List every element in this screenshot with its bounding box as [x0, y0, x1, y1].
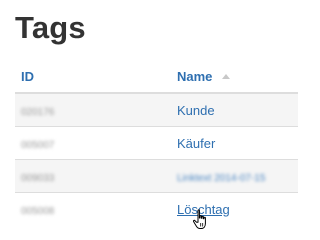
tag-link[interactable]: Linktext 2014-07-15 — [177, 173, 265, 184]
table-row: 009033 Linktext 2014-07-15 — [15, 159, 298, 193]
row-name-cell: Käufer — [177, 126, 298, 160]
table-row: 005007 Käufer — [15, 126, 298, 160]
column-header-name[interactable]: Name — [177, 60, 298, 94]
tags-table: ID Name 020176 Kunde 005007 Käufer 00903… — [15, 60, 298, 225]
row-name-cell: Kunde — [177, 92, 298, 127]
sort-ascending-icon[interactable] — [222, 73, 231, 79]
tag-link[interactable]: Käufer — [177, 136, 215, 151]
row-id: 005008 — [21, 205, 55, 217]
table-row: 005008 Löschtag — [15, 192, 298, 225]
table-header-row: ID Name — [15, 60, 298, 94]
table-row: 020176 Kunde — [15, 92, 298, 127]
column-header-id[interactable]: ID — [15, 60, 177, 94]
column-header-name-label[interactable]: Name — [177, 69, 212, 84]
tag-link[interactable]: Kunde — [177, 103, 215, 118]
page-title: Tags — [15, 10, 86, 45]
row-id-cell: 005008 — [15, 192, 177, 225]
row-id: 005007 — [21, 139, 55, 151]
row-id: 020176 — [21, 106, 55, 118]
row-id: 009033 — [21, 172, 55, 184]
column-header-id-label[interactable]: ID — [21, 69, 34, 84]
hand-pointer-icon — [192, 209, 206, 229]
row-id-cell: 009033 — [15, 159, 177, 193]
row-id-cell: 005007 — [15, 126, 177, 160]
row-id-cell: 020176 — [15, 92, 177, 127]
row-name-cell: Linktext 2014-07-15 — [177, 159, 298, 193]
